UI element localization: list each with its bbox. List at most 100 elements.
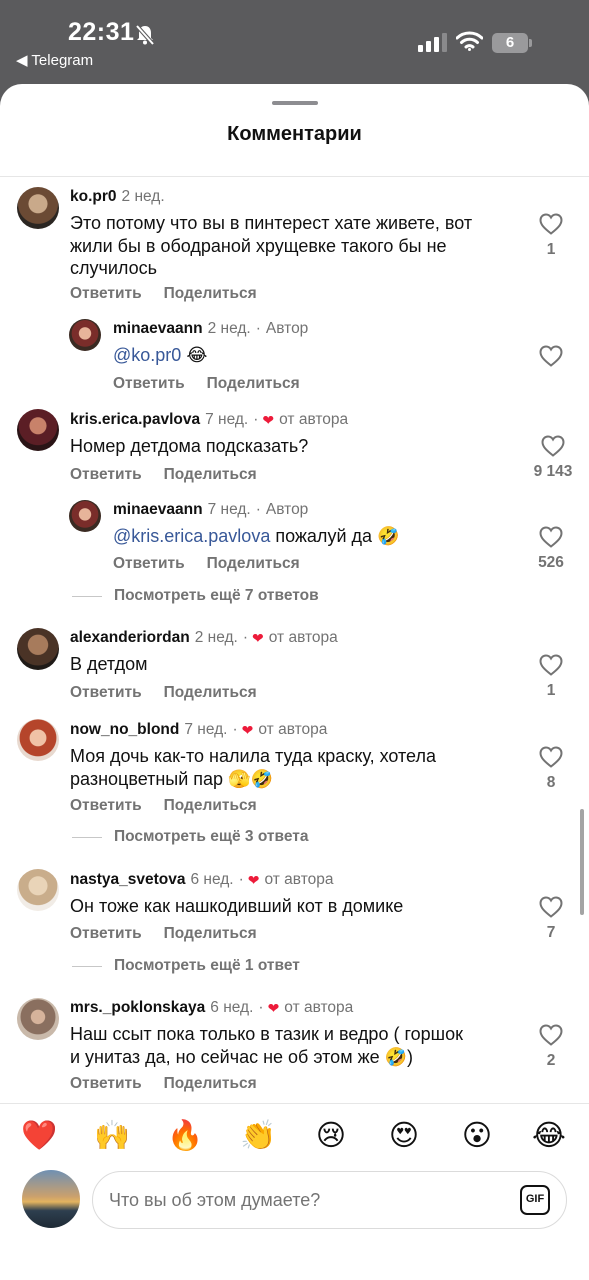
author-heart-icon: ❤ (247, 871, 260, 888)
share-button[interactable]: Поделиться (164, 1075, 257, 1093)
comment-actions: Ответить Поделиться (70, 684, 257, 702)
username[interactable]: alexanderiordan (70, 629, 190, 647)
avatar[interactable] (69, 500, 101, 532)
comment-text-body: пожалуй да 🤣 (270, 526, 400, 546)
comment-actions: Ответить Поделиться (70, 925, 257, 943)
reply-button[interactable]: Ответить (70, 797, 142, 815)
share-button[interactable]: Поделиться (164, 684, 257, 702)
comment-text-line: Моя дочь как-то налила туда краску, хоте… (70, 746, 436, 766)
cellular-signal-icon (418, 33, 448, 57)
comment-text: Это потому что вы в пинтерест хате живет… (70, 212, 520, 280)
avatar[interactable] (17, 869, 59, 911)
view-more-replies-button[interactable]: Посмотреть ещё 7 ответов (72, 587, 319, 605)
author-tag: Автор (265, 501, 309, 518)
share-button[interactable]: Поделиться (164, 925, 257, 943)
comment-text: В детдом (70, 654, 148, 674)
comment-time: 7 нед. (207, 501, 251, 518)
username[interactable]: mrs._poklonskaya (70, 999, 205, 1017)
gif-button[interactable]: GIF (520, 1185, 550, 1215)
mention-link[interactable]: @kris.erica.pavlova (113, 526, 270, 546)
reply-button[interactable]: Ответить (70, 1075, 142, 1093)
drag-handle[interactable] (272, 101, 318, 105)
avatar[interactable] (69, 319, 101, 351)
like-button[interactable]: 8 (531, 746, 571, 792)
username[interactable]: ko.pr0 (70, 188, 117, 206)
like-button[interactable]: 9 143 (531, 435, 575, 481)
comment-text: @kris.erica.pavlova пожалуй да 🤣 (113, 525, 399, 548)
avatar[interactable] (17, 628, 59, 670)
username[interactable]: nastya_svetova (70, 871, 185, 889)
view-more-replies-button[interactable]: Посмотреть ещё 1 ответ (72, 957, 300, 975)
reaction-fire-button[interactable]: 🔥 (165, 1116, 205, 1156)
divider (72, 965, 102, 967)
like-button[interactable]: 526 (531, 526, 571, 572)
comments-sheet: Комментарии ko.pr0 2 нед. Это потому что… (0, 84, 589, 1280)
liked-by-author-label: от автора (284, 999, 354, 1016)
comment-actions: Ответить Поделиться (70, 285, 257, 303)
reaction-surprised-button[interactable]: 😮 (457, 1116, 497, 1156)
comment-actions: Ответить Поделиться (113, 555, 300, 573)
avatar[interactable] (17, 187, 59, 229)
avatar[interactable] (17, 409, 59, 451)
reply-button[interactable]: Ответить (70, 684, 142, 702)
like-button[interactable]: 2 (531, 1024, 571, 1070)
like-button[interactable] (531, 345, 571, 367)
comment-input[interactable] (109, 1186, 509, 1214)
heart-outline-icon (539, 526, 563, 548)
username[interactable]: kris.erica.pavlova (70, 411, 200, 429)
username[interactable]: minaevaann (113, 501, 203, 519)
like-count: 1 (546, 241, 556, 258)
like-button[interactable]: 1 (531, 654, 571, 700)
reply-button[interactable]: Ответить (70, 466, 142, 484)
liked-by-author-label: от автора (268, 629, 338, 646)
reaction-crying-button[interactable]: 😢 (311, 1116, 351, 1156)
reply-button[interactable]: Ответить (113, 555, 185, 573)
comment-actions: Ответить Поделиться (113, 375, 300, 393)
comment-meta: minaevaann 7 нед. · Автор (113, 501, 309, 519)
reaction-raised-hands-button[interactable]: 🙌 (92, 1116, 132, 1156)
reaction-heart-eyes-button[interactable]: 😍 (384, 1116, 424, 1156)
reply-button[interactable]: Ответить (70, 285, 142, 303)
username[interactable]: now_no_blond (70, 721, 179, 739)
share-button[interactable]: Поделиться (207, 555, 300, 573)
share-button[interactable]: Поделиться (207, 375, 300, 393)
liked-by-author-label: от автора (258, 721, 328, 738)
view-more-label: Посмотреть ещё 3 ответа (114, 828, 309, 845)
like-button[interactable]: 7 (531, 896, 571, 942)
comment-meta: kris.erica.pavlova 7 нед. · ❤ от автора (70, 411, 349, 429)
comment-actions: Ответить Поделиться (70, 1075, 257, 1093)
status-time: 22:31 (68, 18, 135, 46)
divider (72, 595, 102, 597)
like-count: 7 (546, 924, 556, 941)
mention-link[interactable]: @ko.pr0 (113, 345, 181, 365)
view-more-label: Посмотреть ещё 7 ответов (114, 587, 319, 604)
reaction-clap-button[interactable]: 👏 (238, 1116, 278, 1156)
status-bar: 22:31 ◀ Telegram 6 (0, 0, 589, 82)
back-to-telegram-link[interactable]: ◀ Telegram (16, 51, 93, 69)
reaction-laughing-button[interactable]: 😂 (529, 1116, 569, 1156)
username[interactable]: minaevaann (113, 320, 203, 338)
comment-time: 6 нед. (210, 999, 254, 1016)
view-more-replies-button[interactable]: Посмотреть ещё 3 ответа (72, 828, 308, 846)
comment-text: Моя дочь как-то налила туда краску, хоте… (70, 745, 520, 790)
heart-outline-icon (539, 896, 563, 918)
avatar[interactable] (17, 998, 59, 1040)
quick-reactions-bar: ❤️ 🙌 🔥 👏 😢 😍 😮 😂 (0, 1116, 589, 1156)
comment-text: Номер детдома подсказать? (70, 436, 309, 456)
like-count: 8 (546, 774, 556, 791)
scrollbar[interactable] (580, 809, 584, 915)
comment-time: 2 нед. (194, 629, 238, 646)
share-button[interactable]: Поделиться (164, 285, 257, 303)
heart-outline-icon (539, 1024, 563, 1046)
share-button[interactable]: Поделиться (164, 466, 257, 484)
share-button[interactable]: Поделиться (164, 797, 257, 815)
divider (0, 176, 589, 177)
divider (0, 1103, 589, 1104)
reply-button[interactable]: Ответить (70, 925, 142, 943)
heart-outline-icon (539, 345, 563, 367)
like-button[interactable]: 1 (531, 213, 571, 259)
reply-button[interactable]: Ответить (113, 375, 185, 393)
reaction-heart-button[interactable]: ❤️ (19, 1116, 59, 1156)
avatar[interactable] (17, 719, 59, 761)
divider (72, 836, 102, 838)
